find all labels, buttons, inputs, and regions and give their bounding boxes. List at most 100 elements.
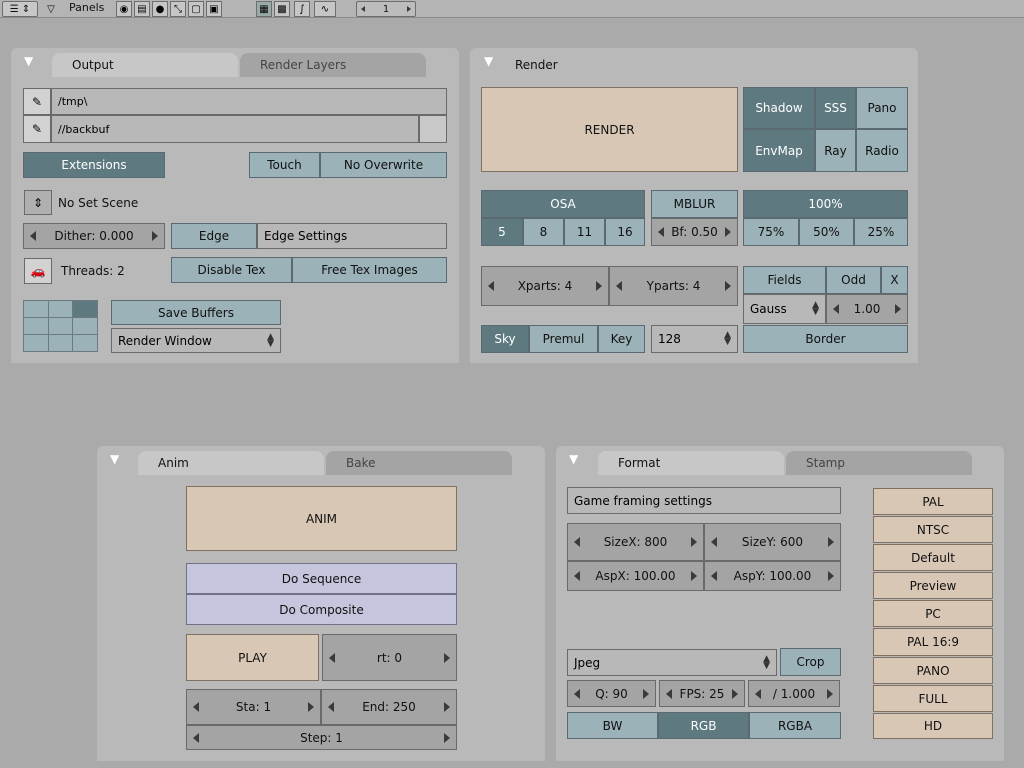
- preset-hd-button[interactable]: HD: [873, 713, 993, 739]
- aspx-field[interactable]: AspX: 100.00: [567, 561, 704, 591]
- sss-toggle[interactable]: SSS: [815, 87, 856, 129]
- edge-settings-menu[interactable]: Edge Settings: [257, 223, 447, 249]
- sequencer-subcontext-icon[interactable]: ∿: [314, 1, 336, 17]
- odd-toggle[interactable]: Odd: [826, 266, 881, 294]
- percent-25-button[interactable]: 25%: [854, 218, 908, 246]
- rgb-toggle[interactable]: RGB: [658, 712, 749, 739]
- pano-toggle[interactable]: Pano: [856, 87, 908, 129]
- tab-render-layers[interactable]: Render Layers: [240, 53, 426, 77]
- do-composite-toggle[interactable]: Do Composite: [186, 594, 457, 625]
- fields-toggle[interactable]: Fields: [743, 266, 826, 294]
- rt-field[interactable]: rt: 0: [322, 634, 457, 681]
- preset-pc-button[interactable]: PC: [873, 600, 993, 627]
- preset-full-button[interactable]: FULL: [873, 685, 993, 712]
- editing-context-icon[interactable]: ▢: [188, 1, 204, 17]
- render-window-menu[interactable]: Render Window ▲ ▼: [111, 328, 281, 353]
- save-buffers-toggle[interactable]: Save Buffers: [111, 300, 281, 325]
- render-display-grid[interactable]: [23, 300, 98, 352]
- window-type-menu[interactable]: ☰ ⇕: [2, 1, 38, 17]
- grid-cell[interactable]: [48, 318, 73, 334]
- sky-toggle[interactable]: Sky: [481, 325, 529, 353]
- scene-context-icon[interactable]: ▣: [206, 1, 222, 17]
- edge-toggle[interactable]: Edge: [171, 223, 257, 249]
- free-tex-images-button[interactable]: Free Tex Images: [292, 257, 447, 283]
- premul-toggle[interactable]: Premul: [529, 325, 598, 353]
- preset-pano-button[interactable]: PANO: [873, 657, 993, 684]
- crop-toggle[interactable]: Crop: [780, 648, 841, 676]
- collapse-menu-toggle[interactable]: ▽: [42, 1, 60, 17]
- grid-cell[interactable]: [73, 335, 97, 351]
- border-toggle[interactable]: Border: [743, 325, 908, 353]
- disable-tex-toggle[interactable]: Disable Tex: [171, 257, 292, 283]
- shading-context-icon[interactable]: ●: [152, 1, 168, 17]
- grid-cell[interactable]: [48, 335, 73, 351]
- tab-stamp[interactable]: Stamp: [786, 451, 972, 475]
- preset-preview-button[interactable]: Preview: [873, 572, 993, 599]
- rgba-toggle[interactable]: RGBA: [749, 712, 841, 739]
- mblur-toggle[interactable]: MBLUR: [651, 190, 738, 218]
- sizey-field[interactable]: SizeY: 600: [704, 523, 841, 561]
- yparts-field[interactable]: Yparts: 4: [609, 266, 738, 306]
- game-framing-button[interactable]: Game framing settings: [567, 487, 841, 514]
- car-icon[interactable]: 🚗: [24, 258, 52, 284]
- backbuf-toggle[interactable]: [419, 115, 447, 143]
- collapse-triangle-icon[interactable]: ▼: [484, 54, 493, 68]
- frame-number-field[interactable]: 1: [356, 1, 416, 17]
- xparts-field[interactable]: Xparts: 4: [481, 266, 609, 306]
- radio-toggle[interactable]: Radio: [856, 129, 908, 172]
- bf-field[interactable]: Bf: 0.50: [651, 218, 738, 246]
- preset-ntsc-button[interactable]: NTSC: [873, 516, 993, 543]
- scene-selector[interactable]: ⇕: [24, 190, 52, 215]
- anim-button[interactable]: ANIM: [186, 486, 457, 551]
- osa-16-button[interactable]: 16: [605, 218, 645, 246]
- tab-output[interactable]: Output: [52, 53, 238, 77]
- file-format-menu[interactable]: Jpeg ▲ ▼: [567, 649, 777, 676]
- envmap-toggle[interactable]: EnvMap: [743, 129, 815, 172]
- script-context-icon[interactable]: ▤: [134, 1, 150, 17]
- tab-format[interactable]: Format: [598, 451, 784, 475]
- render-button[interactable]: RENDER: [481, 87, 738, 172]
- object-context-icon[interactable]: ⤡: [170, 1, 186, 17]
- collapse-triangle-icon[interactable]: ▼: [110, 452, 119, 466]
- start-frame-field[interactable]: Sta: 1: [186, 689, 321, 725]
- no-overwrite-toggle[interactable]: No Overwrite: [320, 152, 447, 178]
- x-toggle[interactable]: X: [881, 266, 908, 294]
- file-browse-icon[interactable]: ✎: [23, 115, 51, 143]
- samples-menu[interactable]: 128 ▲ ▼: [651, 325, 738, 353]
- grid-cell[interactable]: [24, 318, 48, 334]
- fps-field[interactable]: FPS: 25: [659, 680, 745, 707]
- aspy-field[interactable]: AspY: 100.00: [704, 561, 841, 591]
- preset-default-button[interactable]: Default: [873, 544, 993, 571]
- filter-type-menu[interactable]: Gauss ▲ ▼: [743, 294, 826, 324]
- render-path-field[interactable]: /tmp\: [51, 88, 447, 115]
- grid-cell-selected[interactable]: [73, 301, 97, 317]
- osa-toggle[interactable]: OSA: [481, 190, 645, 218]
- key-toggle[interactable]: Key: [598, 325, 645, 353]
- step-field[interactable]: Step: 1: [186, 725, 457, 750]
- grid-cell[interactable]: [24, 301, 48, 317]
- extensions-toggle[interactable]: Extensions: [23, 152, 165, 178]
- touch-toggle[interactable]: Touch: [249, 152, 320, 178]
- percent-75-button[interactable]: 75%: [743, 218, 799, 246]
- play-button[interactable]: PLAY: [186, 634, 319, 681]
- logic-context-icon[interactable]: ◉: [116, 1, 132, 17]
- osa-5-button[interactable]: 5: [481, 218, 523, 246]
- preset-pal169-button[interactable]: PAL 16:9: [873, 628, 993, 656]
- osa-8-button[interactable]: 8: [523, 218, 564, 246]
- do-sequence-toggle[interactable]: Do Sequence: [186, 563, 457, 594]
- percent-50-button[interactable]: 50%: [799, 218, 854, 246]
- file-browse-icon[interactable]: ✎: [23, 88, 51, 115]
- render-subcontext-icon[interactable]: ▦: [256, 1, 272, 17]
- tab-bake[interactable]: Bake: [326, 451, 512, 475]
- percent-100-button[interactable]: 100%: [743, 190, 908, 218]
- ray-toggle[interactable]: Ray: [815, 129, 856, 172]
- collapse-triangle-icon[interactable]: ▼: [569, 452, 578, 466]
- preset-pal-button[interactable]: PAL: [873, 488, 993, 515]
- grid-cell[interactable]: [73, 318, 97, 334]
- tab-anim[interactable]: Anim: [138, 451, 324, 475]
- collapse-triangle-icon[interactable]: ▼: [24, 54, 33, 68]
- dither-field[interactable]: Dither: 0.000: [23, 223, 165, 249]
- bw-toggle[interactable]: BW: [567, 712, 658, 739]
- grid-cell[interactable]: [24, 335, 48, 351]
- shadow-toggle[interactable]: Shadow: [743, 87, 815, 129]
